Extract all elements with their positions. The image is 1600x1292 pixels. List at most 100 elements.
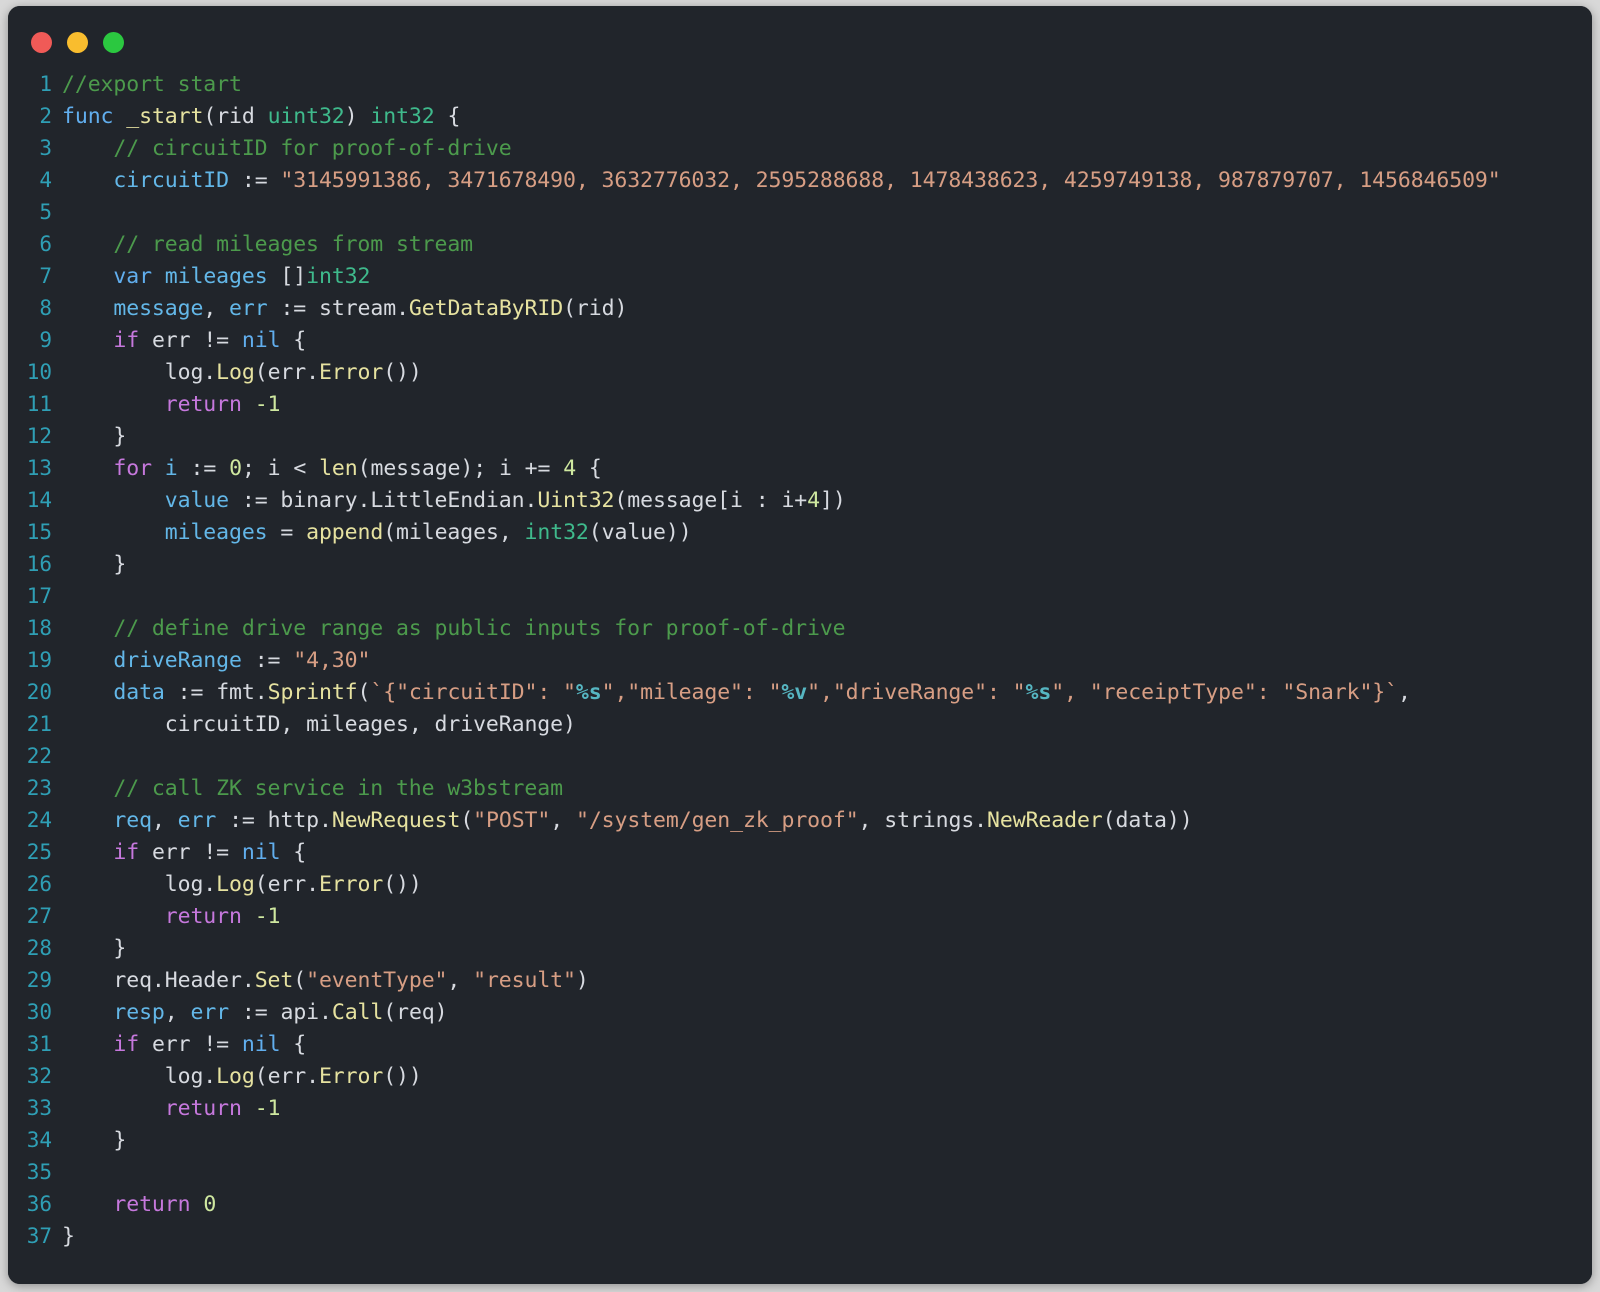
code-line-content: log.Log(err.Error()) (164, 872, 422, 897)
close-button[interactable] (31, 32, 52, 53)
line-number: 2 (39, 104, 52, 128)
code-line-content: var mileages []int32 (113, 264, 371, 289)
line-number: 12 (26, 424, 52, 448)
line-number: 27 (26, 904, 52, 928)
line-number: 21 (26, 712, 52, 736)
line-number: 33 (26, 1096, 52, 1120)
code-line-content: log.Log(err.Error()) (164, 1064, 422, 1089)
line-number: 15 (26, 520, 52, 544)
code-line[interactable]: 12 } (8, 420, 1592, 452)
code-line[interactable]: 22 (8, 740, 1592, 772)
code-line[interactable]: 6 // read mileages from stream (8, 228, 1592, 260)
code-line-content: data := fmt.Sprintf(`{"circuitID": "%s",… (113, 680, 1411, 705)
code-editor-area[interactable]: 1 //export start 2 func _start(rid uint32) … (8, 68, 1592, 1284)
code-line[interactable]: 10 log.Log(err.Error()) (8, 356, 1592, 388)
maximize-button[interactable] (103, 32, 124, 53)
line-number: 22 (26, 744, 52, 768)
code-line-content: return -1 (164, 1096, 281, 1121)
code-line[interactable]: 37} (8, 1220, 1592, 1252)
code-line-content: log.Log(err.Error()) (164, 360, 422, 385)
code-line-content: return 0 (113, 1192, 217, 1217)
code-line[interactable]: 1 //export start (8, 68, 1592, 100)
code-line-content: //export start (62, 72, 242, 97)
code-line[interactable]: 21 circuitID, mileages, driveRange) (8, 708, 1592, 740)
line-number: 29 (26, 968, 52, 992)
line-number: 28 (26, 936, 52, 960)
code-line-content: } (113, 936, 127, 961)
code-line[interactable]: 29 req.Header.Set("eventType", "result") (8, 964, 1592, 996)
line-number: 36 (26, 1192, 52, 1216)
code-line-content: // circuitID for proof-of-drive (113, 136, 512, 161)
code-line-content: // call ZK service in the w3bstream (113, 776, 563, 801)
line-number: 4 (39, 168, 52, 192)
line-number: 18 (26, 616, 52, 640)
code-line-content: } (113, 1128, 127, 1153)
line-number: 11 (26, 392, 52, 416)
code-line[interactable]: 30 resp, err := api.Call(req) (8, 996, 1592, 1028)
code-line[interactable]: 23 // call ZK service in the w3bstream (8, 772, 1592, 804)
line-number: 25 (26, 840, 52, 864)
line-number: 8 (39, 296, 52, 320)
code-line-content: return -1 (164, 392, 281, 417)
code-line-content: return -1 (164, 904, 281, 929)
code-line[interactable]: 5 (8, 196, 1592, 228)
line-number: 19 (26, 648, 52, 672)
code-line[interactable]: 15 mileages = append(mileages, int32(val… (8, 516, 1592, 548)
code-line[interactable]: 25 if err != nil { (8, 836, 1592, 868)
code-line[interactable]: 13 for i := 0; i < len(message); i += 4 … (8, 452, 1592, 484)
line-number: 5 (39, 200, 52, 224)
line-number: 32 (26, 1064, 52, 1088)
line-number: 17 (26, 584, 52, 608)
code-line[interactable]: 7 var mileages []int32 (8, 260, 1592, 292)
code-line[interactable]: 4 circuitID := "3145991386, 3471678490, … (8, 164, 1592, 196)
code-line[interactable]: 19 driveRange := "4,30" (8, 644, 1592, 676)
code-line-content: message, err := stream.GetDataByRID(rid) (113, 296, 628, 321)
code-line-content: } (113, 424, 127, 449)
line-number: 35 (26, 1160, 52, 1184)
code-line-content: circuitID, mileages, driveRange) (62, 712, 576, 737)
code-line[interactable]: 31 if err != nil { (8, 1028, 1592, 1060)
code-line[interactable]: 33 return -1 (8, 1092, 1592, 1124)
code-line[interactable]: 8 message, err := stream.GetDataByRID(ri… (8, 292, 1592, 324)
line-number: 37 (26, 1224, 52, 1248)
window-titlebar (8, 6, 1592, 68)
traffic-light-group (31, 32, 124, 53)
line-number: 1 (39, 72, 52, 96)
code-line-content: if err != nil { (113, 1032, 307, 1057)
line-number: 23 (26, 776, 52, 800)
code-line-content: } (62, 1224, 75, 1249)
code-line[interactable]: 26 log.Log(err.Error()) (8, 868, 1592, 900)
code-line[interactable]: 2 func _start(rid uint32) int32 { (8, 100, 1592, 132)
code-line[interactable]: 35 (8, 1156, 1592, 1188)
code-lines-container: 1 //export start 2 func _start(rid uint32) … (8, 68, 1592, 1252)
code-line-content: resp, err := api.Call(req) (113, 1000, 448, 1025)
code-line-content: req, err := http.NewRequest("POST", "/sy… (113, 808, 1193, 833)
minimize-button[interactable] (67, 32, 88, 53)
code-line[interactable]: 32 log.Log(err.Error()) (8, 1060, 1592, 1092)
code-line-content: driveRange := "4,30" (113, 648, 371, 673)
code-line[interactable]: 3 // circuitID for proof-of-drive (8, 132, 1592, 164)
code-line[interactable]: 27 return -1 (8, 900, 1592, 932)
code-line[interactable]: 17 (8, 580, 1592, 612)
line-number: 3 (39, 136, 52, 160)
editor-window: 1 //export start 2 func _start(rid uint32) … (8, 6, 1592, 1284)
code-line[interactable]: 16 } (8, 548, 1592, 580)
line-number: 10 (26, 360, 52, 384)
code-line[interactable]: 24 req, err := http.NewRequest("POST", "… (8, 804, 1592, 836)
code-line[interactable]: 14 value := binary.LittleEndian.Uint32(m… (8, 484, 1592, 516)
line-number: 14 (26, 488, 52, 512)
code-line[interactable]: 36 return 0 (8, 1188, 1592, 1220)
code-line[interactable]: 11 return -1 (8, 388, 1592, 420)
code-line[interactable]: 34 } (8, 1124, 1592, 1156)
code-line-content: value := binary.LittleEndian.Uint32(mess… (164, 488, 846, 513)
code-line[interactable]: 9 if err != nil { (8, 324, 1592, 356)
line-number: 9 (39, 328, 52, 352)
line-number: 13 (26, 456, 52, 480)
line-number: 34 (26, 1128, 52, 1152)
code-line[interactable]: 28 } (8, 932, 1592, 964)
code-line-content: mileages = append(mileages, int32(value)… (164, 520, 692, 545)
line-number: 30 (26, 1000, 52, 1024)
code-line[interactable]: 20 data := fmt.Sprintf(`{"circuitID": "%… (8, 676, 1592, 708)
code-line[interactable]: 18 // define drive range as public input… (8, 612, 1592, 644)
code-line-content: } (113, 552, 127, 577)
